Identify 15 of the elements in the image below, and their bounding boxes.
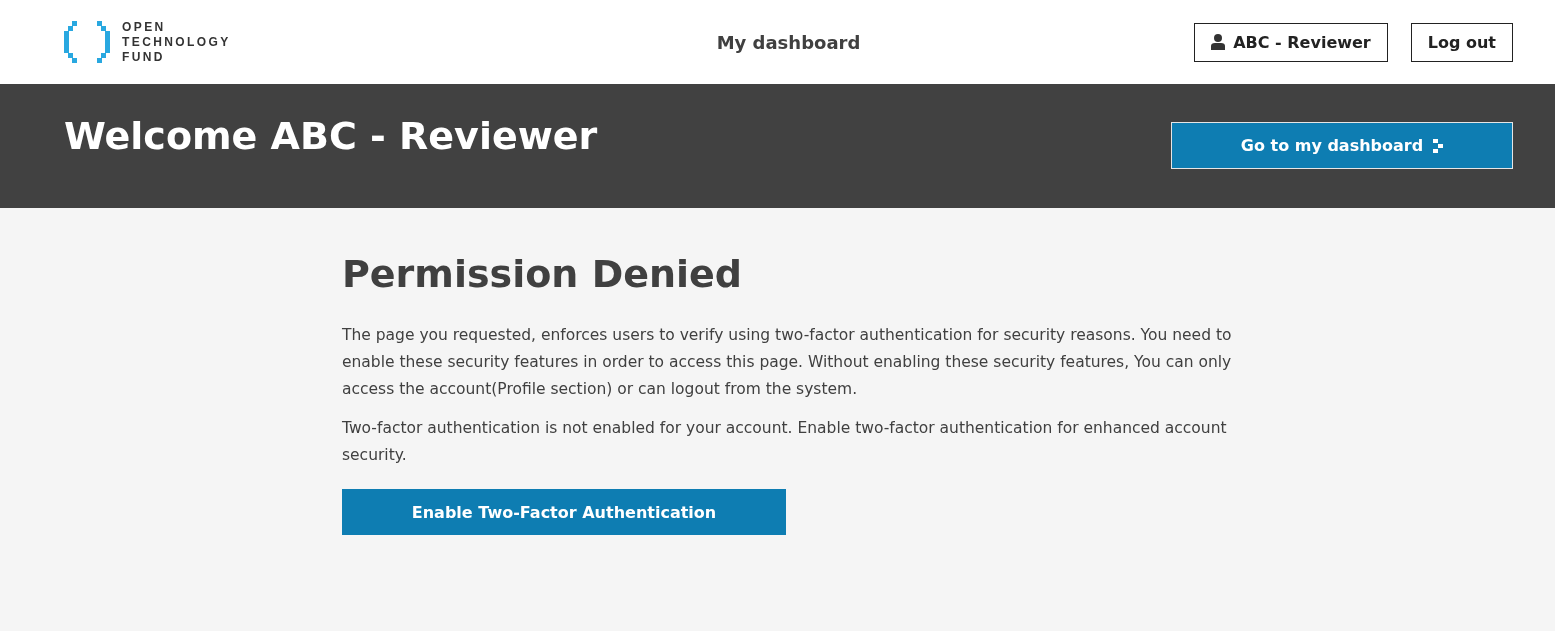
welcome-title: Welcome ABC - Reviewer (64, 114, 598, 158)
enable-2fa-button[interactable]: Enable Two-Factor Authentication (342, 489, 786, 535)
paragraph: Two-factor authentication is not enabled for your account. Enable two-factor authentication for enhanced account security. (342, 418, 1228, 466)
page-heading: Permission Denied (342, 252, 743, 296)
logout-button[interactable]: Log out (1410, 22, 1513, 62)
paragraph: The page you requested, enforces users to verify using two-factor authentication for security reasons. You need to enable these security features in order to access this page. Without enabling these security features, You can only access the account(Profile section) or can logout from the system. (342, 325, 1232, 400)
logo-text: OPEN (122, 19, 167, 35)
logo-text: TECHNOLOGY (122, 34, 231, 50)
dashboard-button[interactable]: Go to my dashboard (1171, 122, 1513, 169)
user-button[interactable]: ABC - Reviewer (1194, 22, 1388, 62)
user-icon (1211, 34, 1226, 50)
logo-icon (64, 21, 110, 63)
arrow-icon (1433, 138, 1444, 153)
nav-link[interactable]: My dashboard (716, 31, 861, 53)
logo-text: FUND (122, 49, 166, 65)
